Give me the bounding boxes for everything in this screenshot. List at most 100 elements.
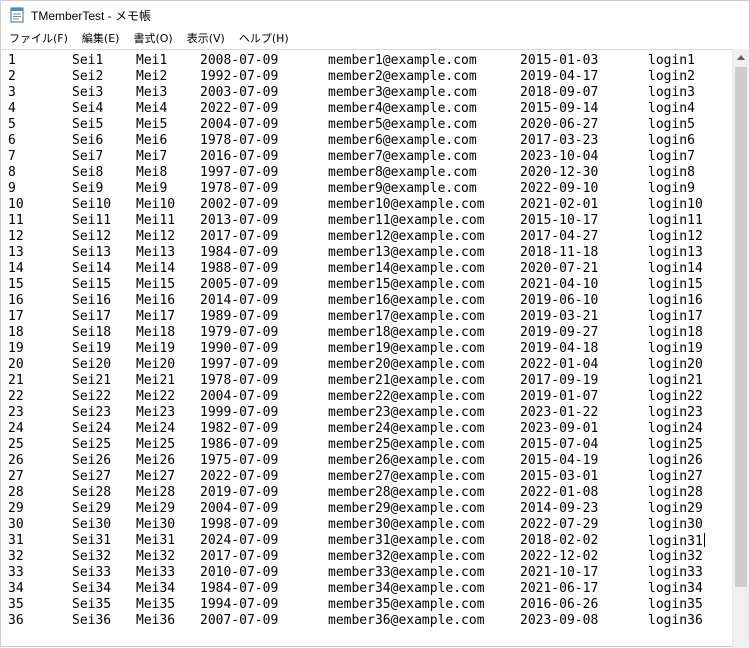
row-date: 2018-11-18	[520, 245, 599, 260]
row-id: 4	[8, 101, 16, 116]
row-mei: Mei5	[136, 117, 168, 132]
row-id: 9	[8, 181, 16, 196]
row-login: login31	[648, 533, 705, 549]
row-id: 11	[8, 213, 24, 228]
text-line: 2 Sei2 Mei2 1992-07-09 member2@example.com 20…	[1, 69, 732, 85]
row-mei: Mei27	[136, 469, 176, 484]
row-sei: Sei10	[72, 197, 112, 212]
row-email: member14@example.com	[328, 261, 485, 276]
row-date: 2015-09-14	[520, 101, 599, 116]
row-mei: Mei12	[136, 229, 176, 244]
row-sei: Sei35	[72, 597, 112, 612]
menu-edit[interactable]: 編集(E)	[75, 29, 127, 49]
row-id: 15	[8, 277, 24, 292]
row-birthdate: 1994-07-09	[200, 597, 279, 612]
row-birthdate: 1982-07-09	[200, 421, 279, 436]
row-mei: Mei25	[136, 437, 176, 452]
menu-help[interactable]: ヘルプ(H)	[232, 29, 296, 49]
row-sei: Sei31	[72, 533, 112, 548]
row-birthdate: 2024-07-09	[200, 533, 279, 548]
row-date: 2022-01-04	[520, 357, 599, 372]
text-line: 3 Sei3 Mei3 2003-07-09 member3@example.com 20…	[1, 85, 732, 101]
row-birthdate: 1990-07-09	[200, 341, 279, 356]
scroll-up-icon[interactable]	[737, 55, 745, 60]
row-sei: Sei29	[72, 501, 112, 516]
menu-file[interactable]: ファイル(F)	[1, 29, 75, 49]
row-sei: Sei6	[72, 133, 104, 148]
row-login: login5	[648, 117, 695, 132]
row-email: member22@example.com	[328, 389, 485, 404]
row-sei: Sei4	[72, 101, 104, 116]
text-line: 23 Sei23 Mei23 1999-07-09 member23@example.c…	[1, 405, 732, 421]
row-birthdate: 2004-07-09	[200, 117, 279, 132]
row-email: member17@example.com	[328, 309, 485, 324]
menu-view[interactable]: 表示(V)	[180, 29, 232, 49]
row-sei: Sei12	[72, 229, 112, 244]
text-line: 4 Sei4 Mei4 2022-07-09 member4@example.com 20…	[1, 101, 732, 117]
row-id: 13	[8, 245, 24, 260]
row-mei: Mei19	[136, 341, 176, 356]
row-id: 35	[8, 597, 24, 612]
row-login: login33	[648, 565, 703, 580]
row-email: member27@example.com	[328, 469, 485, 484]
row-mei: Mei34	[136, 581, 176, 596]
row-login: login29	[648, 501, 703, 516]
row-mei: Mei1	[136, 53, 168, 68]
row-mei: Mei33	[136, 565, 176, 580]
row-id: 1	[8, 53, 16, 68]
row-id: 25	[8, 437, 24, 452]
row-mei: Mei32	[136, 549, 176, 564]
text-line: 35 Sei35 Mei35 1994-07-09 member35@example.c…	[1, 597, 732, 613]
row-date: 2021-06-17	[520, 581, 599, 596]
scrollbar-thumb[interactable]	[735, 67, 747, 587]
row-login: login23	[648, 405, 703, 420]
row-mei: Mei22	[136, 389, 176, 404]
text-line: 21 Sei21 Mei21 1978-07-09 member21@example.c…	[1, 373, 732, 389]
text-line: 33 Sei33 Mei33 2010-07-09 member33@example.c…	[1, 565, 732, 581]
row-email: member5@example.com	[328, 117, 477, 132]
row-login: login16	[648, 293, 703, 308]
text-line: 17 Sei17 Mei17 1989-07-09 member17@example.c…	[1, 309, 732, 325]
row-id: 17	[8, 309, 24, 324]
row-login: login22	[648, 389, 703, 404]
row-email: member20@example.com	[328, 357, 485, 372]
text-editor[interactable]: 1 Sei1 Mei1 2008-07-09 member1@example.com 20…	[1, 49, 732, 648]
row-birthdate: 1978-07-09	[200, 133, 279, 148]
row-email: member30@example.com	[328, 517, 485, 532]
row-sei: Sei19	[72, 341, 112, 356]
row-id: 2	[8, 69, 16, 84]
row-email: member13@example.com	[328, 245, 485, 260]
text-caret	[703, 533, 705, 547]
row-birthdate: 2017-07-09	[200, 229, 279, 244]
row-id: 29	[8, 501, 24, 516]
vertical-scrollbar[interactable]	[732, 49, 749, 648]
row-login: login10	[648, 197, 703, 212]
row-login: login34	[648, 581, 703, 596]
row-id: 30	[8, 517, 24, 532]
row-sei: Sei13	[72, 245, 112, 260]
row-birthdate: 1989-07-09	[200, 309, 279, 324]
row-mei: Mei23	[136, 405, 176, 420]
row-birthdate: 2002-07-09	[200, 197, 279, 212]
row-email: member23@example.com	[328, 405, 485, 420]
title-bar[interactable]: TMemberTest - メモ帳	[1, 1, 749, 29]
row-email: member31@example.com	[328, 533, 485, 548]
row-email: member16@example.com	[328, 293, 485, 308]
text-line: 7 Sei7 Mei7 2016-07-09 member7@example.com 20…	[1, 149, 732, 165]
row-birthdate: 2017-07-09	[200, 549, 279, 564]
row-login: login1	[648, 53, 695, 68]
row-date: 2021-04-10	[520, 277, 599, 292]
row-id: 27	[8, 469, 24, 484]
row-sei: Sei27	[72, 469, 112, 484]
row-date: 2020-07-21	[520, 261, 599, 276]
row-email: member21@example.com	[328, 373, 485, 388]
text-line: 19 Sei19 Mei19 1990-07-09 member19@example.c…	[1, 341, 732, 357]
row-login: login20	[648, 357, 703, 372]
text-line: 6 Sei6 Mei6 1978-07-09 member6@example.com 20…	[1, 133, 732, 149]
row-date: 2022-07-29	[520, 517, 599, 532]
row-email: member8@example.com	[328, 165, 477, 180]
menu-format[interactable]: 書式(O)	[126, 29, 179, 49]
row-mei: Mei11	[136, 213, 176, 228]
row-birthdate: 1978-07-09	[200, 373, 279, 388]
row-birthdate: 2003-07-09	[200, 85, 279, 100]
